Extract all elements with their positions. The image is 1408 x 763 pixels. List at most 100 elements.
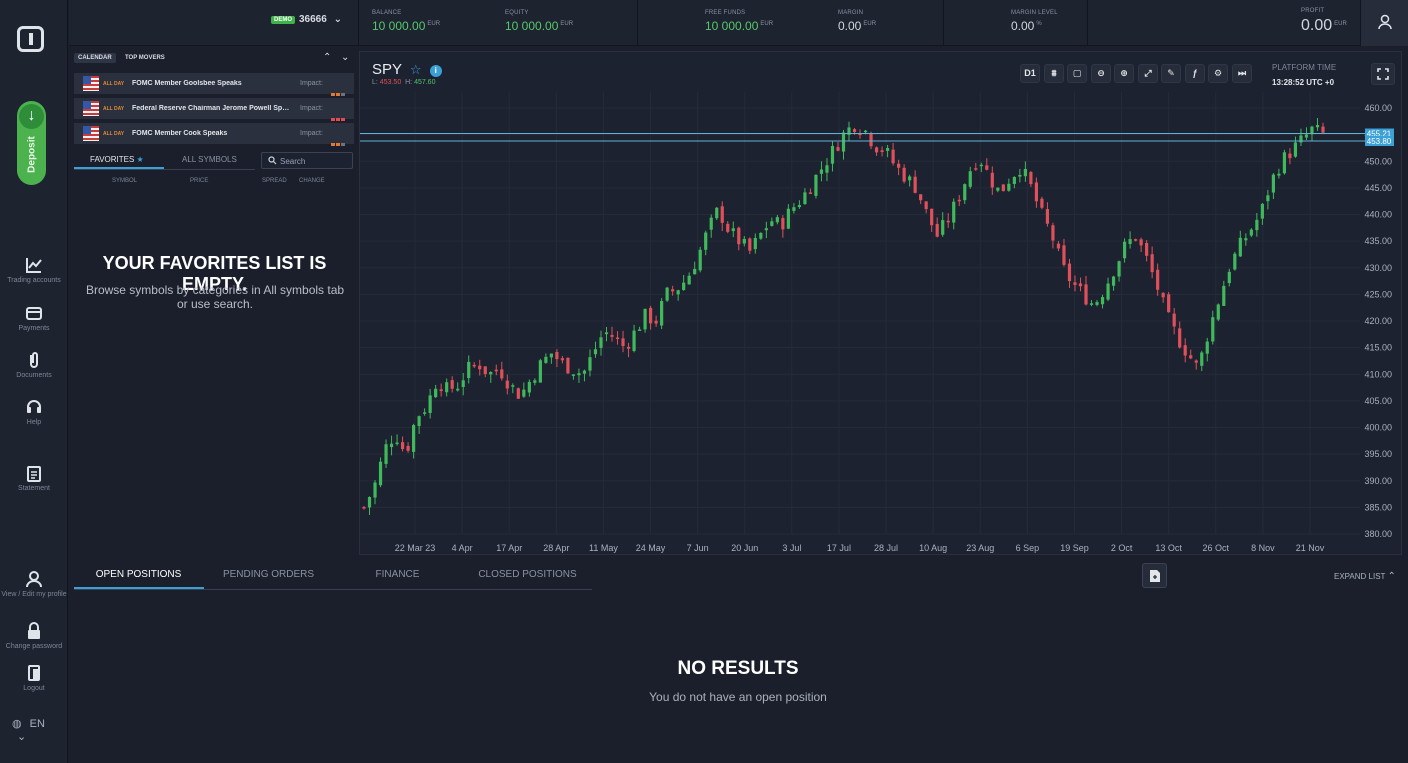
- candle-body: [841, 132, 846, 152]
- nav-help[interactable]: Help: [0, 398, 68, 427]
- tab-favorites[interactable]: FAVORITES ★: [90, 155, 144, 164]
- zoom-out-icon[interactable]: ⊖: [1091, 64, 1111, 83]
- candle-body: [1007, 183, 1011, 191]
- gear-icon[interactable]: ⚙: [1208, 64, 1228, 83]
- candle-body: [406, 445, 410, 451]
- candle-body: [1293, 142, 1298, 157]
- chart-panel: 460.00455.00450.00445.00440.00435.00430.…: [359, 51, 1402, 555]
- stat-unit: EUR: [1334, 21, 1347, 27]
- low-value: 453.50: [379, 79, 402, 86]
- stat-key: PROFIT: [1301, 8, 1325, 14]
- event-title: FOMC Member Cook Speaks: [132, 130, 228, 137]
- chart-type-icon[interactable]: ⩩: [1044, 64, 1064, 83]
- candle-body: [615, 337, 620, 340]
- user-menu-button[interactable]: [1360, 0, 1408, 46]
- nav-logout[interactable]: Logout: [0, 664, 68, 693]
- tab-calendar[interactable]: CALENDAR: [74, 53, 116, 63]
- tab-closed-positions[interactable]: CLOSED POSITIONS: [463, 569, 592, 580]
- user-icon: [26, 571, 42, 588]
- x-tick-label: 7 Jun: [687, 543, 709, 553]
- candle-body: [1150, 254, 1154, 273]
- expand-list-button[interactable]: EXPAND LIST ⌃: [1334, 571, 1396, 582]
- symbol-search[interactable]: [261, 152, 353, 169]
- candle-body: [698, 249, 702, 271]
- account-selector[interactable]: DEMO 36666 ⌄: [271, 14, 342, 25]
- y-tick-label: 395.00: [1364, 449, 1392, 459]
- candle-body: [1189, 355, 1193, 359]
- info-icon[interactable]: i: [429, 65, 442, 77]
- pencil-icon[interactable]: ✎: [1161, 64, 1181, 83]
- chevron-up-icon[interactable]: ⌃: [323, 52, 331, 63]
- star-outline-icon[interactable]: ☆: [410, 62, 422, 77]
- calendar-tabs: CALENDAR TOP MOVERS ⌃ ⌄: [74, 52, 355, 66]
- candle-body: [599, 337, 603, 348]
- tab-pending-orders[interactable]: PENDING ORDERS: [204, 569, 333, 580]
- stat-unit: EUR: [760, 21, 774, 27]
- candlestick-chart[interactable]: 460.00455.00450.00445.00440.00435.00430.…: [360, 52, 1403, 556]
- export-button[interactable]: [1142, 563, 1167, 588]
- candle-body: [456, 388, 460, 391]
- candle-body: [775, 217, 779, 223]
- candle-body: [770, 221, 774, 226]
- nav-payments[interactable]: Payments: [0, 304, 68, 333]
- fullscreen-button[interactable]: [1371, 63, 1395, 85]
- calendar-event[interactable]: ALL DAY FOMC Member Goolsbee Speaks Impa…: [74, 73, 354, 96]
- indicators-icon[interactable]: ƒ: [1185, 64, 1205, 83]
- search-input[interactable]: [280, 155, 350, 167]
- y-tick-label: 380.00: [1364, 529, 1392, 539]
- candle-body: [1100, 297, 1105, 305]
- stat-value: 10 000.00: [705, 19, 759, 33]
- logo-icon[interactable]: [17, 26, 44, 52]
- y-tick-label: 440.00: [1364, 210, 1392, 220]
- candle-body: [1222, 285, 1226, 306]
- nav-label: View / Edit my profile: [1, 591, 67, 598]
- nav-label: Statement: [18, 485, 50, 492]
- timeframe-button[interactable]: D1: [1020, 64, 1040, 83]
- stat-value: 0.00: [1301, 17, 1333, 34]
- candle-body: [792, 207, 796, 211]
- nav-statement[interactable]: Statement: [0, 464, 68, 493]
- candle-body: [919, 194, 923, 201]
- candle-body: [737, 227, 741, 245]
- nav-documents[interactable]: Documents: [0, 351, 68, 380]
- stat-key: EQUITY: [505, 10, 529, 16]
- symbol-name: SPY: [372, 61, 402, 78]
- tab-open-positions[interactable]: OPEN POSITIONS: [74, 569, 203, 580]
- x-tick-label: 3 Jul: [782, 543, 801, 553]
- deposit-button[interactable]: ↓ Deposit: [17, 101, 46, 185]
- y-tick-label: 425.00: [1364, 289, 1392, 299]
- tab-all-symbols[interactable]: ALL SYMBOLS: [182, 155, 237, 164]
- x-tick-label: 6 Sep: [1016, 543, 1040, 553]
- candle-body: [902, 167, 906, 182]
- nav-label: Change password: [5, 643, 63, 650]
- candle-body: [941, 220, 945, 235]
- candle-body: [439, 389, 443, 392]
- fit-icon[interactable]: ⤢: [1138, 64, 1158, 83]
- favorites-empty-text: Browse symbols by categories in All symb…: [85, 283, 345, 311]
- candle-body: [400, 442, 405, 450]
- x-tick-label: 17 Apr: [496, 543, 522, 553]
- candle-body: [1271, 174, 1275, 193]
- high-label: H:: [405, 79, 413, 86]
- tab-top-movers[interactable]: TOP MOVERS: [121, 53, 169, 63]
- candle-body: [555, 352, 559, 360]
- square-icon[interactable]: ▢: [1067, 64, 1087, 83]
- calendar-event[interactable]: ALL DAY Federal Reserve Chairman Jerome …: [74, 98, 354, 121]
- skip-end-icon[interactable]: ⏭: [1232, 64, 1252, 83]
- tab-finance[interactable]: FINANCE: [333, 569, 462, 580]
- high-value: 457.60: [414, 79, 436, 86]
- candle-body: [494, 369, 498, 372]
- candle-body: [500, 369, 504, 379]
- stat-equity: EQUITY 10 000.00 EUR: [505, 10, 573, 35]
- chevron-down-icon[interactable]: ⌄: [341, 52, 349, 63]
- nav-trading-accounts[interactable]: Trading accounts: [0, 256, 68, 285]
- candle-body: [974, 168, 978, 170]
- nav-profile[interactable]: View / Edit my profile: [0, 570, 68, 599]
- zoom-in-icon[interactable]: ⊕: [1114, 64, 1134, 83]
- candle-body: [1282, 152, 1287, 174]
- stat-key: FREE FUNDS: [705, 10, 746, 16]
- nav-change-password[interactable]: Change password: [0, 622, 68, 651]
- calendar-event[interactable]: ALL DAY FOMC Member Cook Speaks Impact:: [74, 123, 354, 146]
- language-selector[interactable]: ◍ EN ⌄: [12, 717, 62, 743]
- candle-body: [560, 358, 565, 361]
